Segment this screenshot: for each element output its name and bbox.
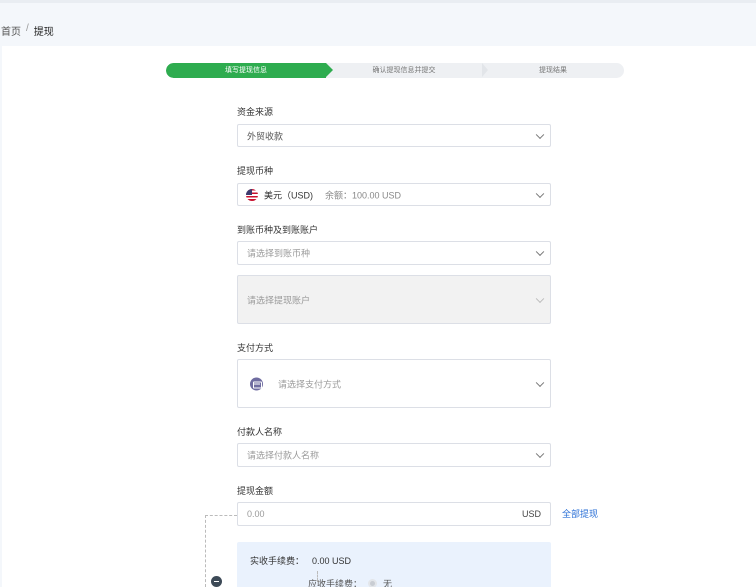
arrival-currency-placeholder: 请选择到账币种	[247, 248, 311, 259]
due-fee-value: 无	[383, 579, 393, 587]
connector-line	[205, 515, 206, 587]
step-progress: 填写提现信息 确认提现信息并提交 提现结果	[166, 63, 624, 78]
fund-source-label: 资金来源	[237, 107, 274, 117]
payment-label: 支付方式	[237, 343, 274, 353]
breadcrumb: 首页 / 提现	[1, 23, 54, 38]
withdraw-all-link[interactable]: 全部提现	[562, 507, 598, 520]
chevron-down-icon	[535, 449, 545, 459]
us-flag-icon	[246, 188, 258, 201]
collapse-icon[interactable]	[211, 576, 222, 587]
payer-select[interactable]: 请选择付款人名称	[237, 443, 551, 467]
fund-source-select[interactable]: 外贸收款	[237, 124, 551, 147]
currency-value: 美元（USD)	[264, 190, 313, 200]
currency-select[interactable]: 美元（USD) 余额：100.00 USD	[237, 183, 551, 206]
breadcrumb-home[interactable]: 首页	[1, 23, 21, 38]
step-result: 提现结果	[539, 67, 567, 74]
amount-input[interactable]: 0.00 USD	[237, 502, 551, 526]
connector-line	[205, 515, 237, 516]
amount-placeholder: 0.00	[247, 509, 265, 519]
arrival-label: 到账币种及到账账户	[237, 225, 319, 235]
currency-label: 提现币种	[237, 166, 274, 176]
chevron-down-icon	[535, 294, 545, 303]
payment-placeholder: 请选择支付方式	[278, 379, 342, 389]
actual-fee-label: 实收手续费：	[250, 556, 305, 566]
breadcrumb-separator: /	[26, 23, 29, 34]
payer-label: 付款人名称	[237, 427, 283, 437]
card-icon	[250, 377, 263, 390]
actual-fee-value: 0.00 USD	[312, 556, 352, 566]
withdraw-account-select: 请选择提现账户	[237, 275, 551, 324]
payer-placeholder: 请选择付款人名称	[247, 450, 320, 461]
actual-fee-row: 实收手续费： 0.00 USD	[250, 554, 351, 567]
withdraw-account-placeholder: 请选择提现账户	[247, 295, 311, 305]
due-fee-row: 应收手续费： 无	[308, 577, 392, 587]
top-bar: 首页 / 提现	[0, 0, 756, 46]
step-confirm: 确认提现信息并提交	[326, 63, 488, 78]
step-fill-info: 填写提现信息	[166, 63, 333, 78]
chevron-down-icon	[535, 378, 545, 387]
fee-panel: 实收手续费： 0.00 USD 应收手续费： 无	[237, 542, 551, 587]
amount-label: 提现金额	[237, 486, 274, 496]
balance-text: 余额：100.00 USD	[325, 190, 402, 200]
breadcrumb-current: 提现	[33, 27, 54, 38]
fund-source-value: 外贸收款	[247, 131, 284, 141]
chevron-down-icon	[535, 189, 545, 198]
arrival-currency-select[interactable]: 请选择到账币种	[237, 241, 551, 265]
amount-unit: USD	[521, 509, 541, 519]
chevron-down-icon	[535, 130, 545, 139]
radio-icon[interactable]	[368, 579, 378, 587]
payment-method-select[interactable]: 请选择支付方式	[237, 359, 551, 408]
due-fee-label: 应收手续费：	[308, 579, 363, 587]
chevron-down-icon	[535, 247, 545, 257]
